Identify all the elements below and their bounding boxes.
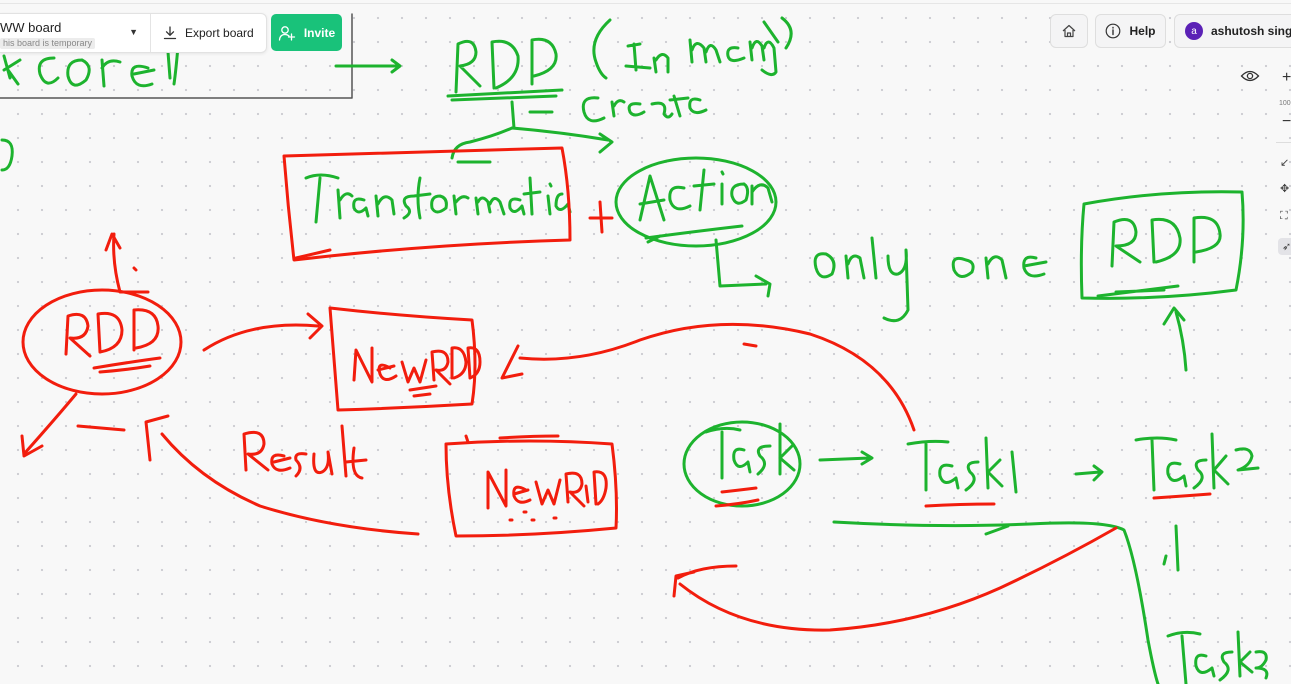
- red-curve-task1-newrdd: [500, 322, 916, 432]
- zoom-in-icon[interactable]: +: [1282, 70, 1291, 86]
- red-box-transformation: [282, 146, 572, 262]
- fit-icon[interactable]: ↙: [1280, 156, 1289, 169]
- green-branch: [450, 126, 614, 160]
- zoom-out-icon[interactable]: −: [1282, 114, 1291, 130]
- red-text-result: [242, 424, 368, 480]
- invite-label: Invite: [303, 25, 336, 40]
- green-text-action: [638, 168, 774, 222]
- move-icon[interactable]: ✥: [1280, 182, 1289, 195]
- green-text-transformation: [304, 173, 572, 224]
- temporary-badge: his board is temporary: [0, 38, 96, 49]
- red-underline-task1: [924, 502, 996, 508]
- red-curve-bottom: [672, 526, 1118, 632]
- red-dots-newrdd2: [508, 510, 558, 522]
- drawing-layer: [0, 13, 1269, 684]
- green-arrow-to-rdd: [334, 58, 402, 74]
- red-text-newrdd2: [486, 468, 608, 510]
- red-dash-small: [742, 342, 758, 348]
- green-arrow-task2-down: [1162, 524, 1180, 572]
- red-plus-sign: [588, 200, 614, 234]
- user-name: ashutosh singh: [1211, 24, 1291, 38]
- green-arrow-task-task1: [818, 450, 874, 466]
- green-rdd-box: [1079, 190, 1245, 300]
- green-arrow-task1-task2: [1074, 464, 1104, 482]
- board-name-dropdown[interactable]: WW board his board is temporary ▼: [0, 14, 151, 52]
- zoom-divider: [1276, 142, 1291, 143]
- green-curve-to-task3: [832, 520, 1160, 684]
- green-underline-action: [644, 224, 744, 244]
- red-dash-left: [76, 424, 126, 432]
- red-curve-result: [144, 414, 420, 536]
- zoom-toolbar: + 100 − ↙ ✥ ⛶ ➶: [1276, 62, 1291, 272]
- green-line-create: [510, 94, 708, 130]
- export-board-button[interactable]: Export board: [151, 14, 266, 52]
- red-underline-task2: [1152, 492, 1212, 500]
- red-underline-rdd-left: [92, 356, 162, 374]
- red-box-newrdd2: [444, 439, 618, 538]
- red-arrow-rdd-newrdd: [202, 312, 324, 352]
- info-icon: [1106, 23, 1121, 39]
- home-icon: [1062, 24, 1076, 38]
- export-board-label: Export board: [185, 26, 254, 40]
- add-user-icon: [278, 25, 295, 41]
- eye-icon[interactable]: [1240, 68, 1260, 84]
- home-button[interactable]: [1050, 14, 1088, 48]
- green-line-only-one-bracket: [714, 238, 772, 298]
- red-text-newrdd: [352, 346, 482, 386]
- help-button[interactable]: Help: [1095, 14, 1166, 48]
- zoom-level: 100: [1279, 100, 1291, 107]
- invite-button[interactable]: Invite: [271, 14, 342, 51]
- red-text-rdd-left: [64, 308, 160, 358]
- laser-icon[interactable]: ➶: [1278, 238, 1291, 255]
- green-arrow-to-rdd-right: [1162, 306, 1188, 372]
- red-ellipse-rdd: [21, 288, 183, 396]
- green-text-task: [704, 422, 796, 480]
- green-text-task2: [1134, 432, 1260, 492]
- green-bracket: [0, 138, 14, 172]
- download-icon: [163, 26, 177, 40]
- green-text-task3: [1166, 630, 1269, 684]
- expand-icon[interactable]: ⛶: [1280, 210, 1288, 223]
- help-label: Help: [1129, 24, 1156, 38]
- avatar: a: [1185, 22, 1203, 40]
- green-ellipse-task: [682, 420, 802, 508]
- green-tick-small: [984, 524, 1010, 536]
- green-text-only-one: [813, 236, 1048, 323]
- red-underline-newrdd: [408, 384, 438, 398]
- chevron-down-icon[interactable]: ▼: [129, 27, 138, 37]
- green-text-rdd-in-memory: [454, 16, 793, 94]
- board-title: WW board: [0, 20, 62, 35]
- green-underline-rdd: [446, 88, 564, 102]
- green-underline-rdd-right: [1096, 284, 1180, 298]
- red-arrow-up-rdd: [104, 232, 150, 294]
- green-text-rdd-right: [1110, 215, 1222, 268]
- green-text-task1: [906, 436, 1018, 494]
- user-menu-button[interactable]: a ashutosh singh: [1174, 14, 1291, 48]
- board-menu: WW board his board is temporary ▼ Export…: [0, 13, 267, 53]
- red-arrow-down-left: [20, 392, 78, 458]
